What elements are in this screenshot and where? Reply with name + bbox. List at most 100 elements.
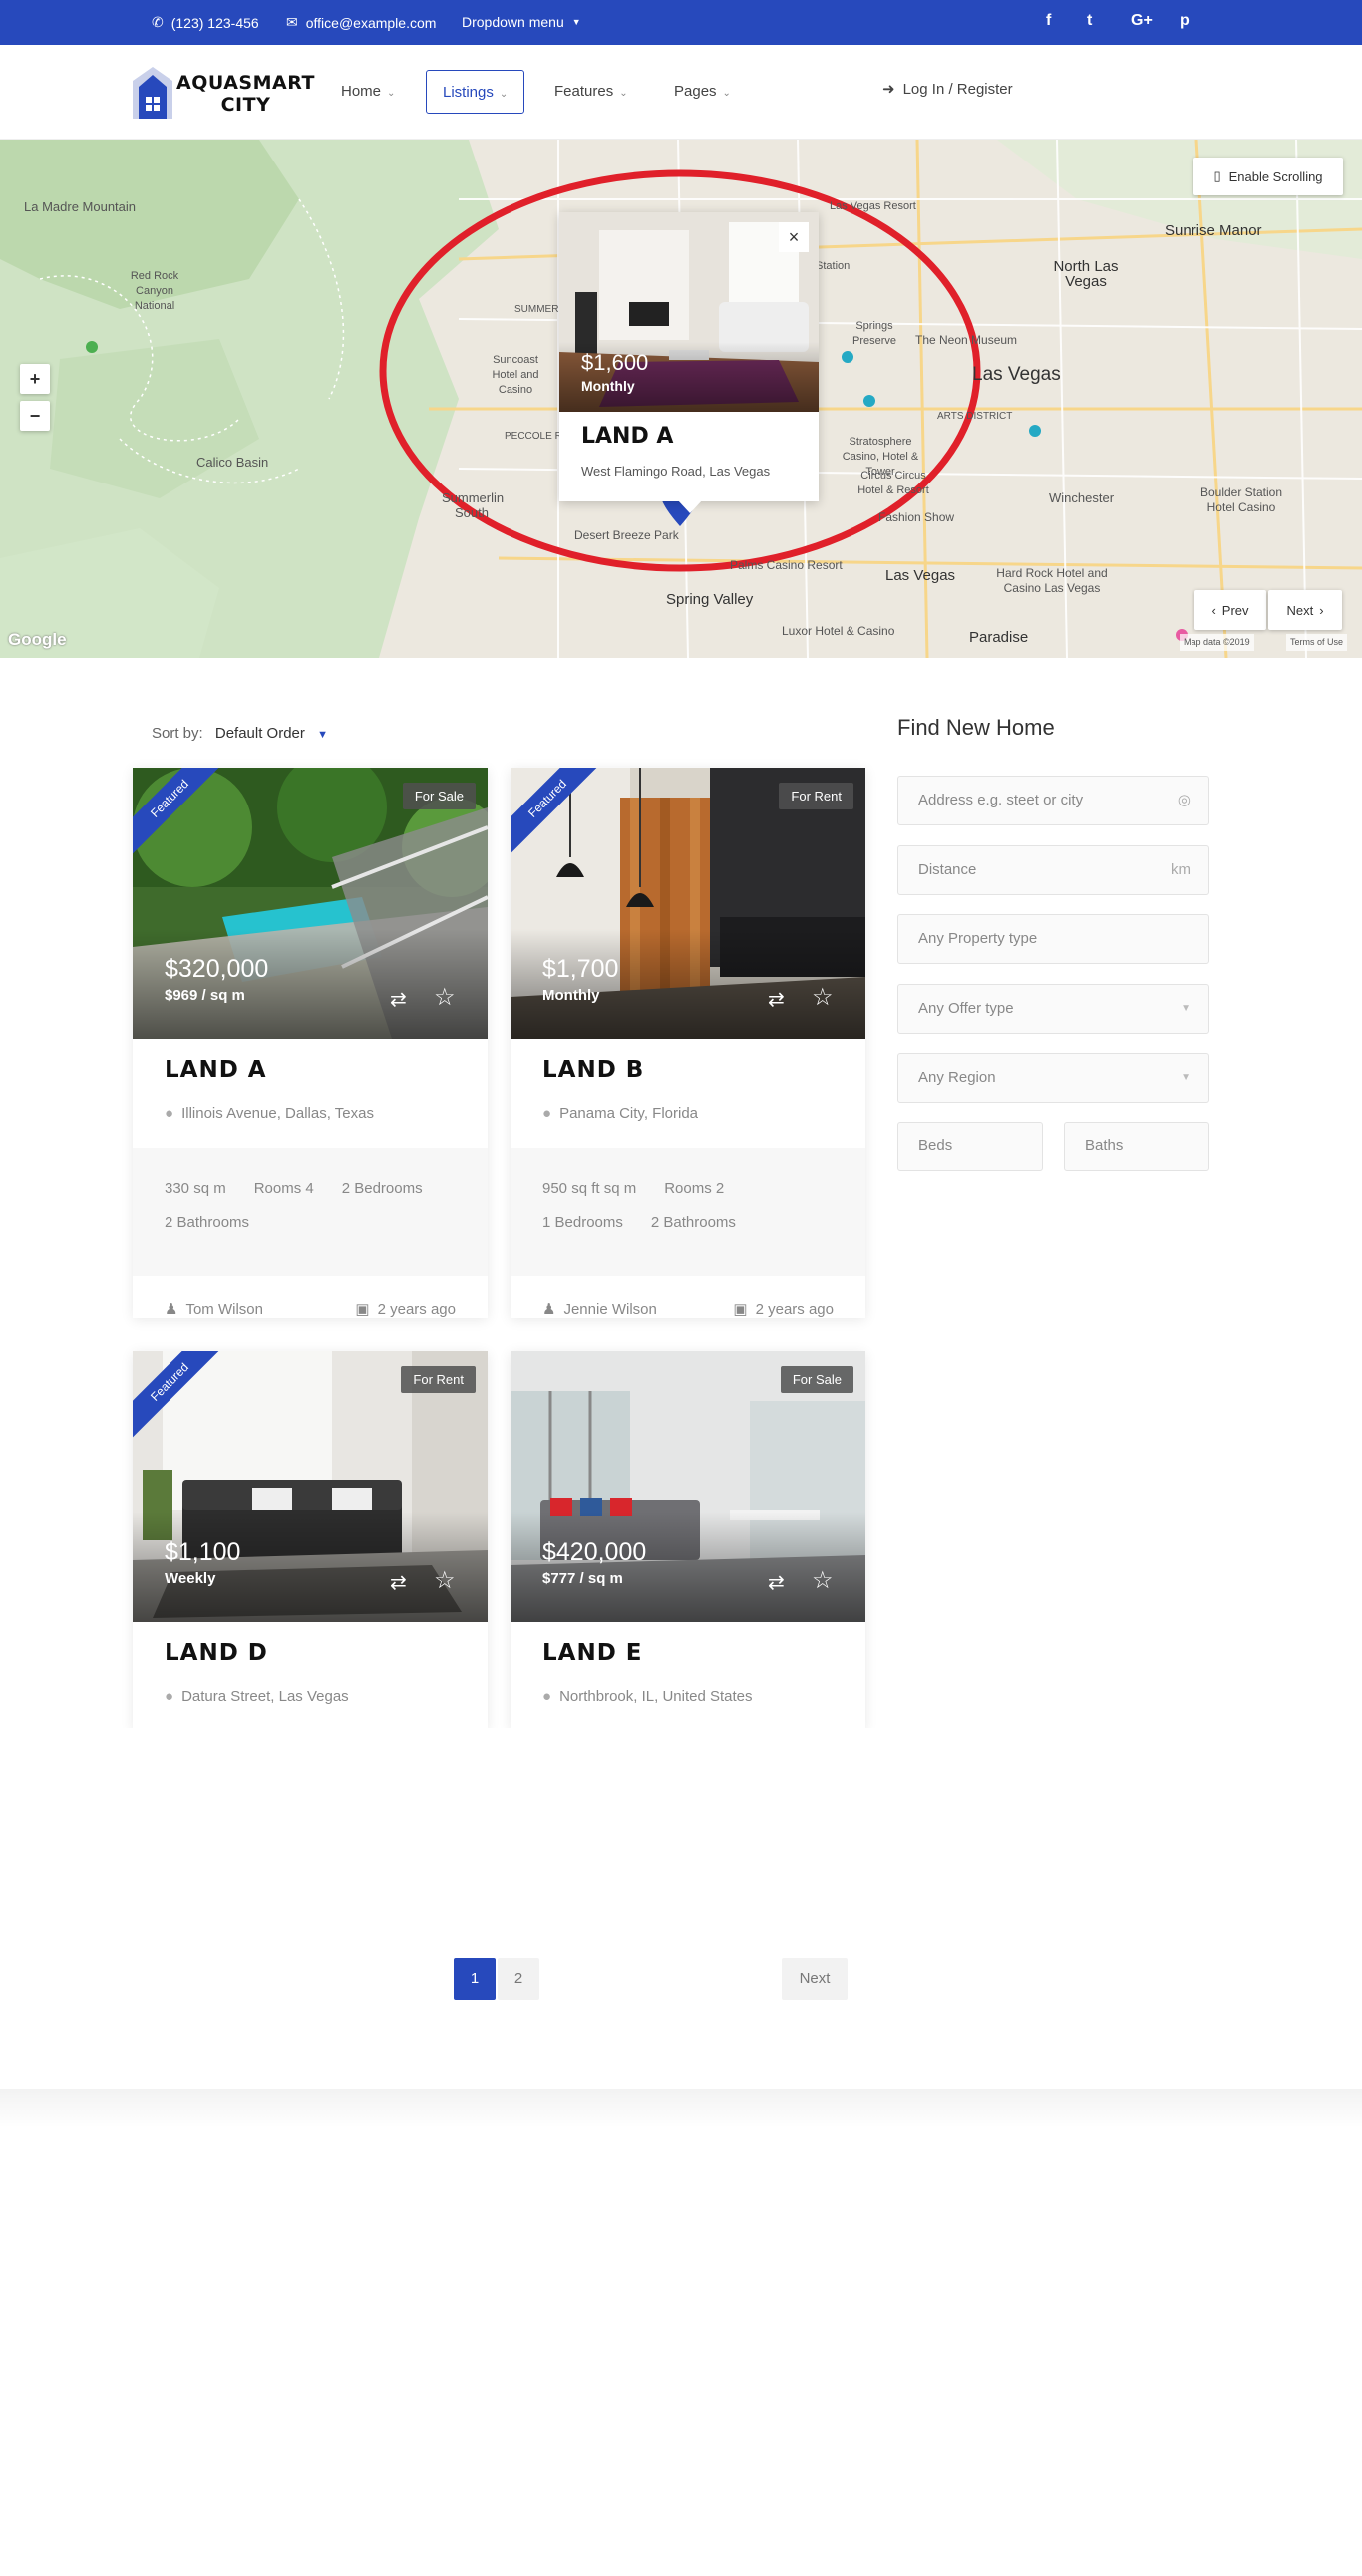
map-label: Circus Circus Hotel & Resort bbox=[857, 470, 929, 496]
compare-icon[interactable]: ⇄ bbox=[390, 987, 407, 1012]
map-label: Hard Rock Hotel and Casino Las Vegas bbox=[996, 566, 1108, 595]
nav-home[interactable]: Home ⌄ bbox=[325, 70, 411, 114]
enable-scrolling-button[interactable]: ▯ Enable Scrolling bbox=[1193, 158, 1343, 195]
phone-contact[interactable]: ✆ (123) 123-456 bbox=[152, 14, 259, 31]
nav-listings[interactable]: Listings ⌄ bbox=[426, 70, 525, 114]
calendar-icon: ▣ bbox=[355, 1301, 370, 1318]
card-address-text: Datura Street, Las Vegas bbox=[181, 1688, 349, 1705]
card-address-text: Panama City, Florida bbox=[559, 1105, 699, 1122]
next-page-button[interactable]: Next bbox=[782, 1958, 848, 2000]
calendar-icon: ▣ bbox=[733, 1301, 748, 1318]
map-pin-icon: ● bbox=[165, 1688, 174, 1705]
region-value: Any Region bbox=[918, 1069, 996, 1086]
nav-listings-label: Listings bbox=[443, 84, 494, 101]
card-title[interactable]: LAND E bbox=[542, 1640, 643, 1666]
page-2-button[interactable]: 2 bbox=[498, 1958, 539, 2000]
distance-placeholder: Distance bbox=[918, 861, 977, 878]
search-title: Find New Home bbox=[897, 715, 1055, 740]
site-logo[interactable]: AQUASMART CITY bbox=[133, 67, 314, 119]
baths-input[interactable]: Baths bbox=[1064, 1122, 1209, 1171]
property-card[interactable]: For Sale $420,000 $777 / sq m ⇄ ☆ LAND E… bbox=[511, 1351, 865, 1730]
card-address-text: Illinois Avenue, Dallas, Texas bbox=[181, 1105, 374, 1122]
mouse-icon: ▯ bbox=[1213, 168, 1221, 183]
distance-unit: km bbox=[1171, 861, 1191, 878]
terms-of-use-link[interactable]: Terms of Use bbox=[1286, 634, 1348, 651]
chevron-down-icon: ⌄ bbox=[619, 88, 628, 99]
google-plus-icon[interactable]: G+ bbox=[1131, 12, 1153, 30]
map-label: The Neon Museum bbox=[915, 333, 1018, 347]
property-image[interactable]: Featured For Sale $320,000 $969 / sq m ⇄… bbox=[133, 768, 488, 1039]
content-spacer bbox=[120, 1728, 897, 1927]
property-card[interactable]: Featured For Sale $320,000 $969 / sq m ⇄… bbox=[133, 768, 488, 1318]
zoom-out-button[interactable]: − bbox=[20, 401, 50, 431]
offer-type-value: Any Offer type bbox=[918, 1000, 1014, 1017]
popup-property-image[interactable]: × $1,600 Monthly bbox=[559, 212, 819, 412]
property-image[interactable]: Featured For Rent $1,700 Monthly ⇄ ☆ bbox=[511, 768, 865, 1039]
email-contact[interactable]: ✉ office@example.com bbox=[286, 14, 436, 31]
card-agent[interactable]: ♟ Jennie Wilson bbox=[542, 1300, 657, 1318]
card-price: $1,100 bbox=[165, 1538, 241, 1566]
status-badge: For Rent bbox=[401, 1366, 476, 1393]
chevron-right-icon: › bbox=[1319, 602, 1324, 618]
property-map[interactable]: La Madre Mountain Red Rock Canyon Nation… bbox=[0, 140, 1362, 658]
card-price: $1,700 bbox=[542, 955, 619, 983]
nav-pages[interactable]: Pages ⌄ bbox=[658, 70, 747, 114]
star-icon[interactable]: ☆ bbox=[812, 1566, 834, 1595]
login-register-link[interactable]: ➜ Log In / Register bbox=[882, 80, 1013, 99]
map-pin-icon: ● bbox=[542, 1105, 552, 1122]
star-icon[interactable]: ☆ bbox=[434, 983, 456, 1012]
card-price-unit: $969 / sq m bbox=[165, 987, 245, 1004]
sort-control[interactable]: Sort by: Default Order ▼ bbox=[152, 725, 328, 742]
distance-input[interactable]: Distance km bbox=[897, 845, 1209, 895]
beds-input[interactable]: Beds bbox=[897, 1122, 1043, 1171]
map-next-button[interactable]: Next › bbox=[1268, 590, 1342, 630]
property-card[interactable]: Featured For Rent $1,700 Monthly ⇄ ☆ LAN… bbox=[511, 768, 865, 1318]
star-icon[interactable]: ☆ bbox=[434, 1566, 456, 1595]
property-image[interactable]: Featured For Rent $1,100 Weekly ⇄ ☆ bbox=[133, 1351, 488, 1622]
twitter-icon[interactable]: t bbox=[1087, 12, 1092, 30]
chevron-down-icon: ▼ bbox=[1181, 1003, 1191, 1014]
locate-icon[interactable]: ◎ bbox=[1178, 777, 1191, 824]
chevron-down-icon: ⌄ bbox=[499, 89, 509, 100]
card-address: ● Illinois Avenue, Dallas, Texas bbox=[165, 1105, 374, 1122]
compare-icon[interactable]: ⇄ bbox=[768, 1570, 785, 1595]
card-price-unit: Weekly bbox=[165, 1570, 216, 1587]
map-label: Las Vegas Resort bbox=[830, 200, 916, 212]
region-select[interactable]: Any Region ▼ bbox=[897, 1053, 1209, 1103]
card-title[interactable]: LAND A bbox=[165, 1057, 267, 1083]
property-type-select[interactable]: Any Property type bbox=[897, 914, 1209, 964]
map-label: North Las Vegas bbox=[1053, 258, 1119, 290]
facebook-icon[interactable]: f bbox=[1046, 12, 1051, 30]
sort-value[interactable]: Default Order bbox=[215, 725, 305, 742]
compare-icon[interactable]: ⇄ bbox=[390, 1570, 407, 1595]
chevron-down-icon: ⌄ bbox=[387, 88, 396, 99]
map-info-popup[interactable]: × $1,600 Monthly LAND A West Flamingo Ro… bbox=[559, 212, 819, 513]
card-agent[interactable]: ♟ Tom Wilson bbox=[165, 1300, 263, 1318]
popup-arrow bbox=[677, 499, 703, 513]
offer-type-select[interactable]: Any Offer type ▼ bbox=[897, 984, 1209, 1034]
card-date: ▣ 2 years ago bbox=[355, 1300, 456, 1318]
address-input[interactable]: Address e.g. steet or city ◎ bbox=[897, 776, 1209, 825]
spec-bedrooms: 1 Bedrooms bbox=[542, 1214, 623, 1231]
property-card[interactable]: Featured For Rent $1,100 Weekly ⇄ ☆ LAND… bbox=[133, 1351, 488, 1730]
popup-title[interactable]: LAND A bbox=[581, 424, 673, 449]
card-title[interactable]: LAND B bbox=[542, 1057, 644, 1083]
zoom-in-button[interactable]: + bbox=[20, 364, 50, 394]
spec-area: 950 sq ft sq m bbox=[542, 1180, 637, 1197]
map-prev-button[interactable]: ‹ Prev bbox=[1194, 590, 1266, 630]
spec-rooms: Rooms 2 bbox=[664, 1180, 725, 1197]
page-1-button[interactable]: 1 bbox=[454, 1958, 496, 2000]
popup-close-button[interactable]: × bbox=[779, 222, 809, 252]
card-title[interactable]: LAND D bbox=[165, 1640, 268, 1666]
star-icon[interactable]: ☆ bbox=[812, 983, 834, 1012]
map-pin-icon: ● bbox=[542, 1688, 552, 1705]
map-label: Spring Valley bbox=[666, 591, 754, 608]
google-logo[interactable]: Google bbox=[8, 631, 67, 648]
nav-features[interactable]: Features ⌄ bbox=[538, 70, 644, 114]
property-image[interactable]: For Sale $420,000 $777 / sq m ⇄ ☆ bbox=[511, 1351, 865, 1622]
compare-icon[interactable]: ⇄ bbox=[768, 987, 785, 1012]
pinterest-icon[interactable]: p bbox=[1180, 12, 1190, 30]
dropdown-menu[interactable]: Dropdown menu ▼ bbox=[462, 14, 581, 30]
chevron-down-icon: ▼ bbox=[1181, 1072, 1191, 1083]
spec-bathrooms: 2 Bathrooms bbox=[650, 1214, 736, 1231]
